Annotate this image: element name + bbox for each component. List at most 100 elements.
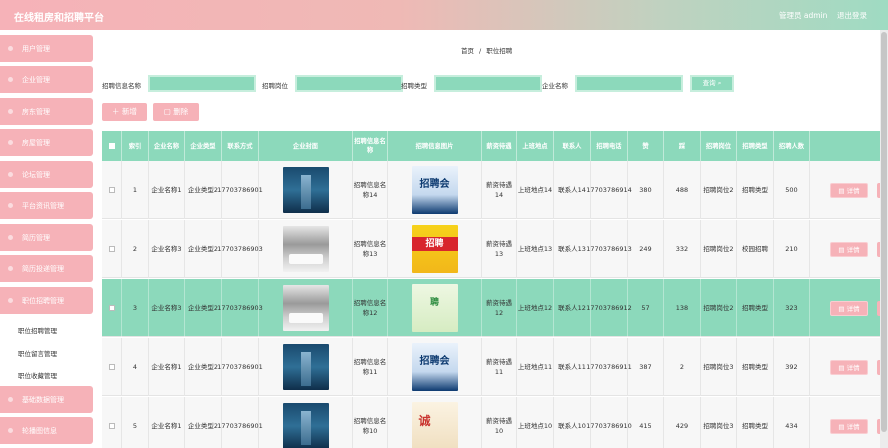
row-checkbox[interactable] — [108, 305, 115, 311]
cell-phone: 17703786914 — [586, 161, 632, 219]
search-button[interactable]: 查询 ⌕ — [690, 75, 734, 92]
sidebar-item-users[interactable]: 用户管理 — [0, 35, 93, 62]
cell-like: 249 — [628, 220, 664, 278]
sidebar-item-resume-delivery[interactable]: 简历投递管理 — [0, 255, 93, 282]
table-row[interactable]: 1 企业名称1 企业类型2 17703786901 招聘信息名称14 招聘会 薪资待遇14 上… — [102, 161, 888, 219]
header-dislike: 踩 — [664, 131, 701, 161]
filter-label-info-name: 招聘信息名称 — [102, 82, 141, 90]
company-cover-image — [282, 226, 329, 272]
cell-count: 392 — [774, 338, 810, 396]
logout-link[interactable]: 退出登录 — [837, 10, 867, 21]
menu-dot-icon — [8, 77, 13, 82]
sidebar-item-base-data[interactable]: 基础数据管理 — [0, 386, 93, 413]
filter-input-post[interactable] — [295, 75, 403, 92]
scrollbar-thumb[interactable] — [881, 32, 887, 432]
cell-place: 上班地点13 — [517, 220, 554, 278]
table-row[interactable]: 3 企业名称3 企业类型2 17703786903 招聘信息名称12 聘薪资待遇12 上班地… — [102, 279, 888, 337]
sidebar-item-carousel[interactable]: 轮播图信息 — [0, 417, 93, 444]
filter-input-company[interactable] — [575, 75, 683, 92]
filter-input-info-name[interactable] — [148, 75, 256, 92]
cell-info-name: 招聘信息名称14 — [353, 161, 388, 219]
sidebar-item-houses[interactable]: 房屋管理 — [0, 129, 93, 156]
cell-cover — [259, 338, 353, 396]
menu-dot-icon — [8, 298, 13, 303]
company-cover-image — [282, 285, 329, 331]
cell-count: 500 — [774, 161, 810, 219]
cell-company: 企业名称1 — [149, 161, 185, 219]
current-user[interactable]: 管理员 admin — [779, 10, 827, 21]
header-post: 招聘岗位 — [701, 131, 737, 161]
submenu-job-recruitment[interactable]: 职位招聘管理 — [18, 325, 57, 335]
table-row[interactable]: 4 企业名称1 企业类型2 17703786901 招聘信息名称11 招聘会 薪资待遇11 上… — [102, 338, 888, 396]
cell-place: 上班地点11 — [517, 338, 554, 396]
delete-button[interactable]: ▢ 删除 — [153, 103, 199, 121]
cell-contact: 17703786903 — [217, 220, 263, 278]
add-button[interactable]: ＋ 新增 — [102, 103, 147, 121]
header-salary: 薪资待遇 — [482, 131, 517, 161]
detail-button[interactable]: ▤ 详情 — [830, 359, 868, 375]
header-cover: 企业封面 — [259, 131, 353, 161]
cell-salary: 薪资待遇10 — [482, 397, 517, 448]
detail-button[interactable]: ▤ 详情 — [830, 241, 868, 257]
sidebar-item-news[interactable]: 平台资讯管理 — [0, 192, 93, 219]
cell-index: 3 — [122, 279, 149, 337]
cell-cover — [259, 220, 353, 278]
cell-contact: 17703786901 — [217, 161, 263, 219]
company-cover-image — [282, 344, 329, 390]
header-person: 联系人 — [554, 131, 591, 161]
cell-info-image: 诚 — [388, 397, 482, 448]
select-all-checkbox[interactable] — [108, 143, 115, 149]
row-checkbox-cell — [102, 338, 122, 396]
header-company-type: 企业类型 — [185, 131, 222, 161]
table-row[interactable]: 2 企业名称3 企业类型2 17703786903 招聘信息名称13 招聘 薪资待遇13 上班… — [102, 220, 888, 278]
breadcrumb: 首页 / 职位招聘 — [461, 45, 512, 55]
detail-button[interactable]: ▤ 详情 — [830, 182, 868, 198]
submenu-job-messages[interactable]: 职位留言管理 — [18, 348, 57, 358]
breadcrumb-home[interactable]: 首页 — [461, 47, 474, 55]
recruitment-poster-image: 招聘会 — [411, 166, 458, 214]
cell-info-name: 招聘信息名称13 — [353, 220, 388, 278]
cell-post: 招聘岗位2 — [701, 161, 737, 219]
app-title: 在线租房和招聘平台 — [14, 13, 104, 24]
row-checkbox[interactable] — [108, 364, 115, 370]
detail-icon: ▤ — [838, 363, 845, 372]
cell-salary: 薪资待遇13 — [482, 220, 517, 278]
cell-post: 招聘岗位2 — [701, 220, 737, 278]
row-checkbox-cell — [102, 220, 122, 278]
header-place: 上班地点 — [517, 131, 554, 161]
search-icon: ⌕ — [717, 79, 722, 87]
cell-dislike: 488 — [664, 161, 701, 219]
submenu-job-favorites[interactable]: 职位收藏管理 — [18, 370, 57, 380]
menu-dot-icon — [8, 172, 13, 177]
cell-info-image: 招聘 — [388, 220, 482, 278]
table-row[interactable]: 5 企业名称1 企业类型2 17703786901 招聘信息名称10 诚薪资待遇10 上班地… — [102, 397, 888, 448]
cell-like: 57 — [628, 279, 664, 337]
cell-count: 323 — [774, 279, 810, 337]
header-contact: 联系方式 — [222, 131, 259, 161]
poster-text: 诚 — [418, 414, 431, 428]
row-checkbox[interactable] — [108, 423, 115, 429]
menu-dot-icon — [8, 109, 13, 114]
row-checkbox[interactable] — [108, 246, 115, 252]
sidebar-item-resumes[interactable]: 简历管理 — [0, 224, 93, 251]
sidebar-item-landlords[interactable]: 房东管理 — [0, 98, 93, 125]
company-cover-image — [282, 167, 329, 213]
row-checkbox[interactable] — [108, 187, 115, 193]
cell-index: 1 — [122, 161, 149, 219]
table-header: 索引 企业名称 企业类型 联系方式 企业封面 招聘信息名称 招聘信息图片 薪资待… — [102, 131, 888, 161]
sidebar-item-recruitment[interactable]: 职位招聘管理 — [0, 287, 93, 314]
trash-icon: ▢ — [163, 107, 171, 116]
detail-button[interactable]: ▤ 详情 — [830, 300, 868, 316]
poster-text: 招聘会 — [419, 179, 450, 190]
recruitment-poster-image: 招聘会 — [411, 343, 458, 391]
filter-input-type[interactable] — [434, 75, 542, 92]
vertical-scrollbar[interactable] — [880, 30, 888, 448]
header-select-all[interactable] — [102, 131, 122, 161]
sidebar-item-forum[interactable]: 论坛管理 — [0, 161, 93, 188]
menu-dot-icon — [8, 397, 13, 402]
top-bar: 在线租房和招聘平台 管理员 admin 退出登录 — [0, 0, 888, 30]
sidebar-item-companies[interactable]: 企业管理 — [0, 66, 93, 93]
detail-button[interactable]: ▤ 详情 — [830, 418, 868, 434]
cell-contact: 17703786903 — [217, 279, 263, 337]
cell-phone: 17703786910 — [586, 397, 632, 448]
